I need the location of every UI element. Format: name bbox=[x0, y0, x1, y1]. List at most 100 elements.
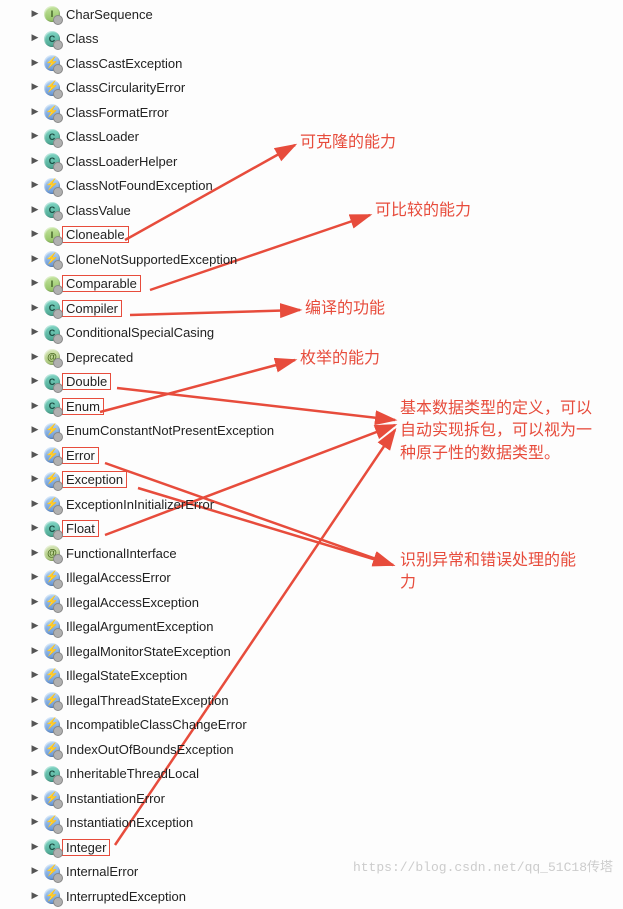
class-icon bbox=[44, 300, 60, 316]
tree-item[interactable]: ▶⚡Exception bbox=[0, 468, 623, 493]
tree-item-label: ClassLoaderHelper bbox=[66, 154, 177, 169]
expand-icon[interactable]: ▶ bbox=[30, 743, 40, 753]
class-icon bbox=[44, 325, 60, 341]
expand-icon[interactable]: ▶ bbox=[30, 82, 40, 92]
expand-icon[interactable]: ▶ bbox=[30, 645, 40, 655]
expand-icon[interactable]: ▶ bbox=[30, 327, 40, 337]
expand-icon[interactable]: ▶ bbox=[30, 719, 40, 729]
tree-item[interactable]: ▶⚡ClassCastException bbox=[0, 51, 623, 76]
expand-icon[interactable]: ▶ bbox=[30, 596, 40, 606]
tree-item[interactable]: ▶ ⚡ IndexOutOfBoundsException bbox=[0, 737, 623, 762]
tree-item[interactable]: ▶ ⚡ IllegalMonitorStateException bbox=[0, 639, 623, 664]
expand-icon[interactable]: ▶ bbox=[30, 351, 40, 361]
tree-item-label: Exception bbox=[62, 471, 127, 488]
tree-item[interactable]: ▶⚡IllegalArgumentException bbox=[0, 615, 623, 640]
class-icon bbox=[44, 521, 60, 537]
expand-icon[interactable]: ▶ bbox=[30, 155, 40, 165]
expand-icon[interactable]: ▶ bbox=[30, 376, 40, 386]
expand-icon[interactable]: ▶ bbox=[30, 425, 40, 435]
tree-item-label: InstantiationError bbox=[66, 791, 165, 806]
expand-icon[interactable]: ▶ bbox=[30, 670, 40, 680]
exception-icon: ⚡ bbox=[44, 741, 60, 757]
expand-icon[interactable]: ▶ bbox=[30, 229, 40, 239]
tree-item-label: IllegalAccessException bbox=[66, 595, 199, 610]
class-icon bbox=[44, 766, 60, 782]
tree-item-label: ClassCastException bbox=[66, 56, 182, 71]
tree-item[interactable]: ▶ Double bbox=[0, 370, 623, 395]
expand-icon[interactable]: ▶ bbox=[30, 572, 40, 582]
expand-icon[interactable]: ▶ bbox=[30, 841, 40, 851]
tree-item[interactable]: ▶⚡InstantiationError bbox=[0, 786, 623, 811]
expand-icon[interactable]: ▶ bbox=[30, 57, 40, 67]
tree-item[interactable]: ▶ Cloneable bbox=[0, 223, 623, 248]
tree-item[interactable]: ▶⚡ClassFormatError bbox=[0, 100, 623, 125]
tree-item-label: IndexOutOfBoundsException bbox=[66, 742, 234, 757]
expand-icon[interactable]: ▶ bbox=[30, 449, 40, 459]
exception-icon: ⚡ bbox=[44, 423, 60, 439]
exception-icon: ⚡ bbox=[44, 717, 60, 733]
tree-item-label: Enum bbox=[62, 398, 104, 415]
tree-item[interactable]: ▶⚡ClassCircularityError bbox=[0, 76, 623, 101]
exception-icon: ⚡ bbox=[44, 864, 60, 880]
tree-item[interactable]: ▶⚡IllegalStateException bbox=[0, 664, 623, 689]
class-icon bbox=[44, 153, 60, 169]
expand-icon[interactable]: ▶ bbox=[30, 253, 40, 263]
expand-icon[interactable]: ▶ bbox=[30, 400, 40, 410]
expand-icon[interactable]: ▶ bbox=[30, 180, 40, 190]
tree-item-label: Integer bbox=[62, 839, 110, 856]
expand-icon[interactable]: ▶ bbox=[30, 768, 40, 778]
tree-item-label: InheritableThreadLocal bbox=[66, 766, 199, 781]
tree-item[interactable]: ▶ Integer bbox=[0, 835, 623, 860]
tree-item[interactable]: ▶⚡InstantiationException bbox=[0, 811, 623, 836]
expand-icon[interactable]: ▶ bbox=[30, 33, 40, 43]
tree-item[interactable]: ▶ InheritableThreadLocal bbox=[0, 762, 623, 787]
tree-item[interactable]: ▶Class bbox=[0, 27, 623, 52]
expand-icon[interactable]: ▶ bbox=[30, 131, 40, 141]
expand-icon[interactable]: ▶ bbox=[30, 474, 40, 484]
interface-icon bbox=[44, 6, 60, 22]
expand-icon[interactable]: ▶ bbox=[30, 302, 40, 312]
tree-item-label: Comparable bbox=[62, 275, 141, 292]
expand-icon[interactable]: ▶ bbox=[30, 8, 40, 18]
tree-item-label: InstantiationException bbox=[66, 815, 193, 830]
tree-item-label: Cloneable bbox=[62, 226, 129, 243]
exception-icon: ⚡ bbox=[44, 692, 60, 708]
tree-item[interactable]: ▶⚡ClassNotFoundException bbox=[0, 174, 623, 199]
expand-icon[interactable]: ▶ bbox=[30, 694, 40, 704]
tree-item[interactable]: ▶Float bbox=[0, 517, 623, 542]
tree-item[interactable]: ▶⚡InterruptedException bbox=[0, 884, 623, 909]
tree-item-label: IllegalArgumentException bbox=[66, 619, 213, 634]
expand-icon[interactable]: ▶ bbox=[30, 792, 40, 802]
tree-item[interactable]: ▶CharSequence bbox=[0, 2, 623, 27]
tree-item[interactable]: ▶⚡IncompatibleClassChangeError bbox=[0, 713, 623, 738]
expand-icon[interactable]: ▶ bbox=[30, 106, 40, 116]
tree-item[interactable]: ▶ ConditionalSpecialCasing bbox=[0, 321, 623, 346]
exception-icon: ⚡ bbox=[44, 888, 60, 904]
expand-icon[interactable]: ▶ bbox=[30, 817, 40, 827]
tree-item-label: InternalError bbox=[66, 864, 138, 879]
tree-item-label: ConditionalSpecialCasing bbox=[66, 325, 214, 340]
tree-item[interactable]: ▶⚡IllegalThreadStateException bbox=[0, 688, 623, 713]
tree-item-label: Double bbox=[62, 373, 111, 390]
expand-icon[interactable]: ▶ bbox=[30, 621, 40, 631]
tree-item[interactable]: ▶⚡ExceptionInInitializerError bbox=[0, 492, 623, 517]
tree-item[interactable]: ▶⚡CloneNotSupportedException bbox=[0, 247, 623, 272]
tree-item[interactable]: ▶ Comparable bbox=[0, 272, 623, 297]
expand-icon[interactable]: ▶ bbox=[30, 498, 40, 508]
tree-item-label: IllegalMonitorStateException bbox=[66, 644, 231, 659]
expand-icon[interactable]: ▶ bbox=[30, 890, 40, 900]
exception-icon: ⚡ bbox=[44, 668, 60, 684]
tree-item[interactable]: ▶ClassValue bbox=[0, 198, 623, 223]
exception-icon: ⚡ bbox=[44, 643, 60, 659]
exception-icon: ⚡ bbox=[44, 178, 60, 194]
expand-icon[interactable]: ▶ bbox=[30, 866, 40, 876]
tree-item-label: ExceptionInInitializerError bbox=[66, 497, 214, 512]
expand-icon[interactable]: ▶ bbox=[30, 547, 40, 557]
tree-item-label: Compiler bbox=[62, 300, 122, 317]
expand-icon[interactable]: ▶ bbox=[30, 523, 40, 533]
tree-item[interactable]: ▶ ⚡ InternalError bbox=[0, 860, 623, 885]
callout-cloneable: 可克隆的能力 bbox=[300, 132, 396, 154]
class-icon bbox=[44, 129, 60, 145]
expand-icon[interactable]: ▶ bbox=[30, 278, 40, 288]
expand-icon[interactable]: ▶ bbox=[30, 204, 40, 214]
